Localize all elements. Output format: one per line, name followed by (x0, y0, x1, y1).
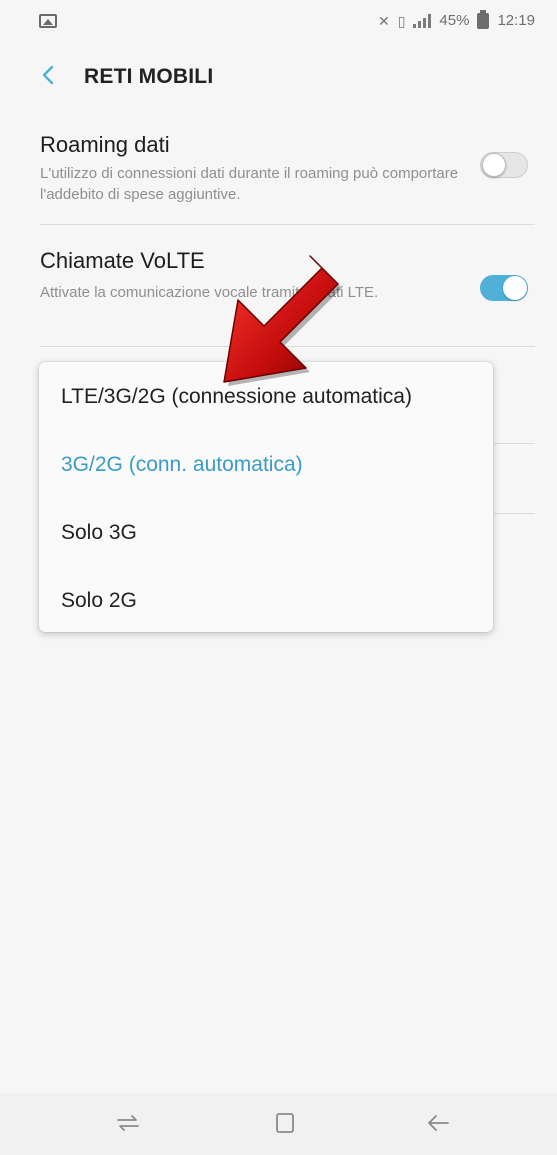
roaming-toggle[interactable] (480, 152, 528, 178)
page-title: RETI MOBILI (84, 65, 214, 88)
vibrate-icon: ▯ (397, 12, 406, 29)
divider (40, 224, 535, 225)
volte-toggle[interactable] (480, 275, 528, 301)
signal-icon (413, 13, 432, 28)
divider (494, 513, 535, 514)
red-arrow-icon (223, 255, 342, 386)
divider (494, 443, 535, 444)
status-bar: ✕ ▯ 45% 12:19 (0, 0, 557, 52)
popup-option-3g-2g[interactable]: 3G/2G (conn. automatica) (61, 453, 303, 477)
popup-option-solo-2g[interactable]: Solo 2G (61, 589, 137, 613)
network-mode-popup: LTE/3G/2G (connessione automatica) 3G/2G… (39, 362, 493, 632)
popup-option-solo-3g[interactable]: Solo 3G (61, 521, 137, 545)
battery-percent: 45% (439, 12, 470, 29)
clock: 12:19 (497, 12, 535, 29)
back-arrow-icon[interactable] (418, 1105, 458, 1141)
setting-roaming-dati[interactable]: Roaming dati L'utilizzo di connessioni d… (0, 120, 557, 225)
toggle-thumb (503, 276, 527, 300)
toggle-thumb (482, 153, 506, 177)
back-chevron-icon[interactable] (36, 62, 62, 88)
setting-title: Chiamate VoLTE (40, 248, 205, 273)
navigation-bar (0, 1093, 557, 1155)
recent-apps-icon[interactable] (108, 1105, 148, 1141)
image-notification-icon (39, 14, 57, 28)
battery-icon (477, 9, 490, 29)
setting-description: L'utilizzo di connessioni dati durante i… (40, 165, 459, 203)
setting-title: Roaming dati (40, 132, 170, 157)
mute-icon: ✕ (377, 12, 390, 29)
app-bar: RETI MOBILI (0, 52, 557, 100)
home-icon[interactable] (265, 1105, 305, 1141)
status-icons: ✕ ▯ 45% 12:19 (377, 9, 535, 29)
